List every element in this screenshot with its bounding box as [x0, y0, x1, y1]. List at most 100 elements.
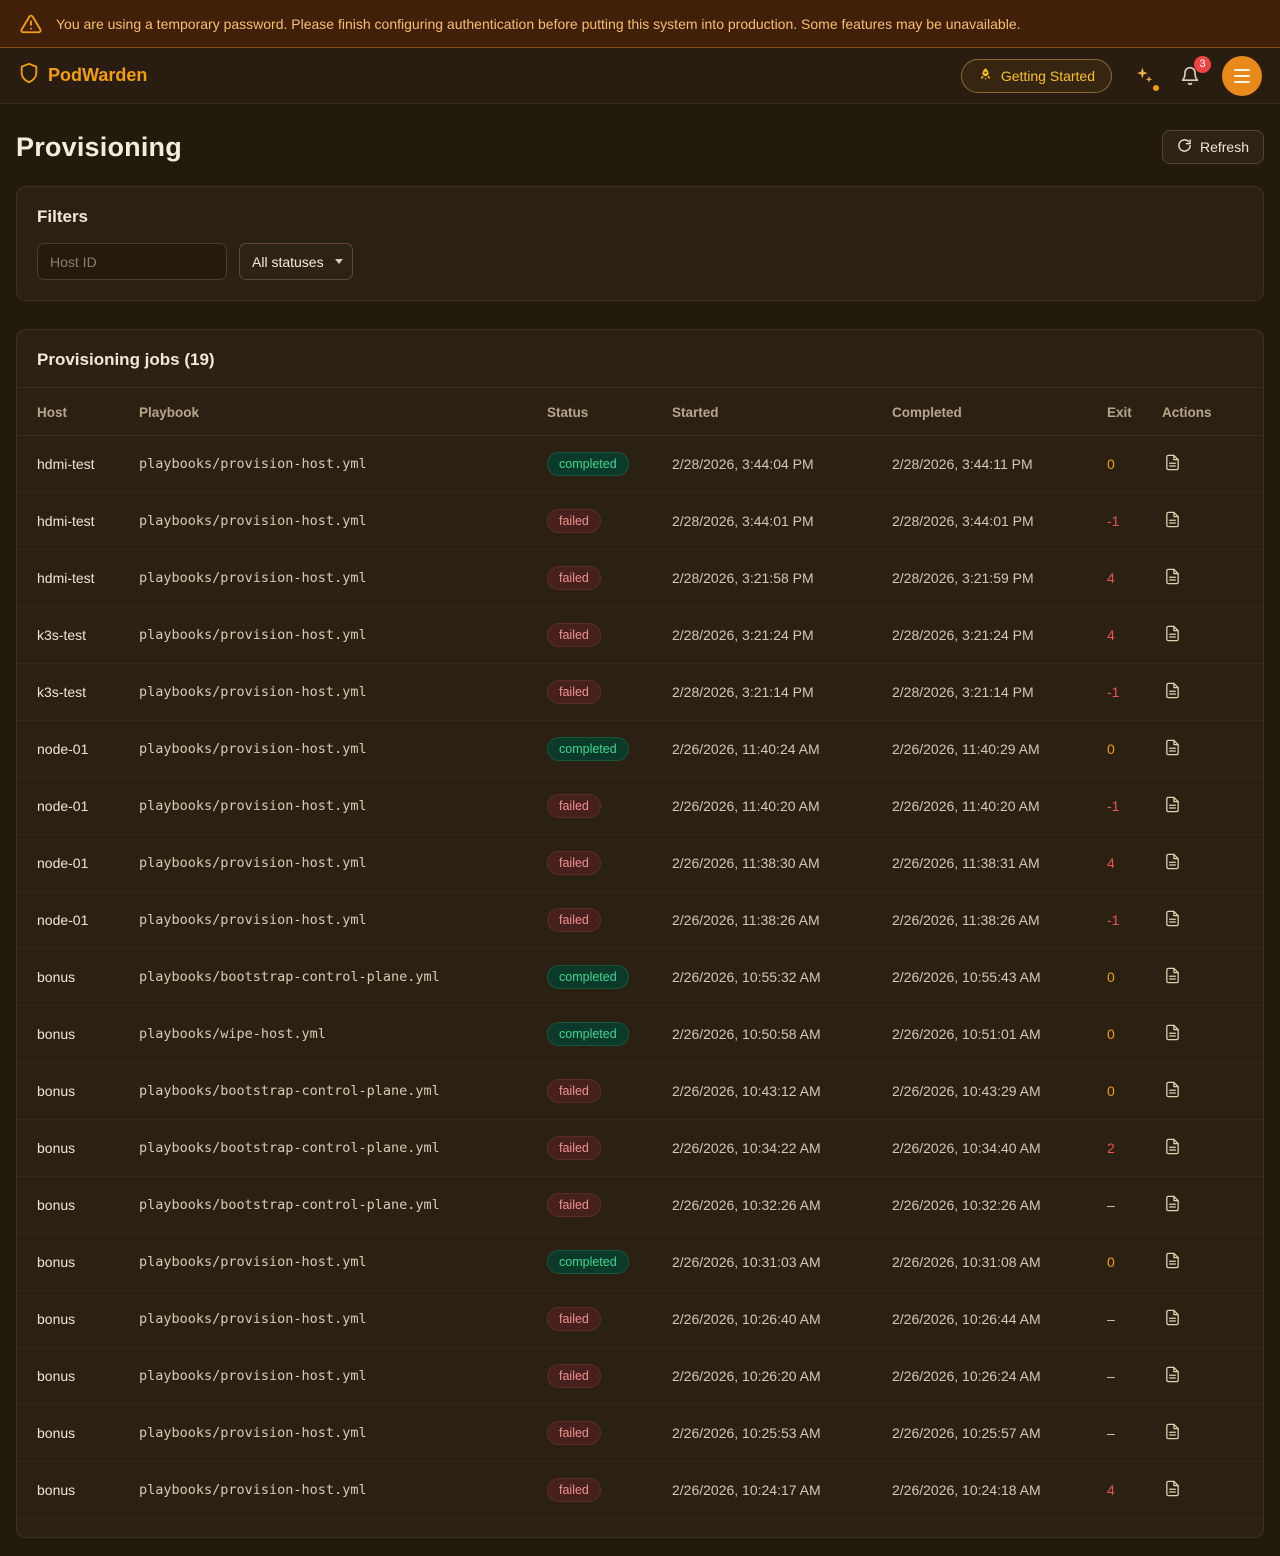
- cell-started: 2/26/2026, 10:24:17 AM: [672, 1462, 892, 1519]
- document-icon: [1164, 681, 1181, 700]
- notifications-bell-button[interactable]: 3: [1176, 62, 1204, 90]
- view-log-button[interactable]: [1162, 1477, 1183, 1500]
- cell-playbook: playbooks/provision-host.yml: [139, 892, 547, 949]
- document-icon: [1164, 1080, 1181, 1099]
- cell-completed: 2/26/2026, 11:40:20 AM: [892, 778, 1107, 835]
- status-badge: failed: [547, 1421, 601, 1445]
- cell-host: bonus: [17, 1120, 139, 1177]
- view-log-button[interactable]: [1162, 565, 1183, 588]
- filters-card: Filters All statuses: [16, 186, 1264, 301]
- cell-host: node-01: [17, 892, 139, 949]
- cell-playbook: playbooks/provision-host.yml: [139, 1291, 547, 1348]
- cell-host: bonus: [17, 1291, 139, 1348]
- view-log-button[interactable]: [1162, 679, 1183, 702]
- document-icon: [1164, 1422, 1181, 1441]
- cell-started: 2/26/2026, 11:40:24 AM: [672, 721, 892, 778]
- document-icon: [1164, 453, 1181, 472]
- view-log-button[interactable]: [1162, 793, 1183, 816]
- cell-playbook: playbooks/provision-host.yml: [139, 1234, 547, 1291]
- brand-name: PodWarden: [48, 65, 147, 86]
- cell-exit: -1: [1107, 664, 1162, 721]
- cell-host: bonus: [17, 1234, 139, 1291]
- cell-started: 2/26/2026, 10:26:40 AM: [672, 1291, 892, 1348]
- cell-exit: 2: [1107, 1120, 1162, 1177]
- view-log-button[interactable]: [1162, 1192, 1183, 1215]
- document-icon: [1164, 1194, 1181, 1213]
- job-row: node-01 playbooks/provision-host.yml fai…: [17, 835, 1263, 892]
- warning-triangle-icon: [20, 13, 42, 35]
- view-log-button[interactable]: [1162, 451, 1183, 474]
- cell-started: 2/26/2026, 10:50:58 AM: [672, 1006, 892, 1063]
- view-log-button[interactable]: [1162, 622, 1183, 645]
- job-row: bonus playbooks/provision-host.yml faile…: [17, 1405, 1263, 1462]
- view-log-button[interactable]: [1162, 1306, 1183, 1329]
- view-log-button[interactable]: [1162, 964, 1183, 987]
- view-log-button[interactable]: [1162, 508, 1183, 531]
- status-badge: failed: [547, 566, 601, 590]
- status-badge: completed: [547, 737, 629, 761]
- document-icon: [1164, 852, 1181, 871]
- cell-playbook: playbooks/bootstrap-control-plane.yml: [139, 1063, 547, 1120]
- cell-completed: 2/28/2026, 3:21:59 PM: [892, 550, 1107, 607]
- cell-playbook: playbooks/provision-host.yml: [139, 664, 547, 721]
- host-id-input[interactable]: [37, 243, 227, 280]
- view-log-button[interactable]: [1162, 1021, 1183, 1044]
- cell-completed: 2/26/2026, 11:40:29 AM: [892, 721, 1107, 778]
- brand[interactable]: PodWarden: [18, 62, 147, 89]
- cell-started: 2/28/2026, 3:21:14 PM: [672, 664, 892, 721]
- cell-playbook: playbooks/provision-host.yml: [139, 1348, 547, 1405]
- document-icon: [1164, 738, 1181, 757]
- refresh-button[interactable]: Refresh: [1162, 130, 1264, 164]
- cell-host: k3s-test: [17, 664, 139, 721]
- cell-started: 2/26/2026, 11:40:20 AM: [672, 778, 892, 835]
- job-row: k3s-test playbooks/provision-host.yml fa…: [17, 607, 1263, 664]
- job-row: bonus playbooks/provision-host.yml compl…: [17, 1234, 1263, 1291]
- status-badge: failed: [547, 1307, 601, 1331]
- getting-started-button[interactable]: Getting Started: [961, 59, 1112, 93]
- cell-started: 2/26/2026, 10:55:32 AM: [672, 949, 892, 1006]
- provisioning-jobs-card: Provisioning jobs (19) Host Playbook Sta…: [16, 329, 1264, 1538]
- cell-playbook: playbooks/bootstrap-control-plane.yml: [139, 1120, 547, 1177]
- view-log-button[interactable]: [1162, 1420, 1183, 1443]
- cell-exit: 0: [1107, 1234, 1162, 1291]
- table-header-row: Host Playbook Status Started Completed E…: [17, 388, 1263, 436]
- rocket-icon: [978, 67, 993, 85]
- cell-host: bonus: [17, 1006, 139, 1063]
- hamburger-menu-button[interactable]: [1222, 56, 1262, 96]
- job-row: bonus playbooks/provision-host.yml faile…: [17, 1348, 1263, 1405]
- document-icon: [1164, 1023, 1181, 1042]
- document-icon: [1164, 909, 1181, 928]
- view-log-button[interactable]: [1162, 1249, 1183, 1272]
- status-filter: All statuses: [239, 243, 353, 280]
- view-log-button[interactable]: [1162, 1078, 1183, 1101]
- cell-host: bonus: [17, 1348, 139, 1405]
- view-log-button[interactable]: [1162, 850, 1183, 873]
- getting-started-label: Getting Started: [1001, 68, 1095, 84]
- status-filter-select[interactable]: All statuses: [239, 243, 353, 280]
- cell-playbook: playbooks/provision-host.yml: [139, 835, 547, 892]
- shield-logo-icon: [18, 62, 40, 89]
- view-log-button[interactable]: [1162, 736, 1183, 759]
- status-badge: failed: [547, 1079, 601, 1103]
- cell-exit: 0: [1107, 721, 1162, 778]
- sparkles-icon-button[interactable]: [1130, 62, 1158, 90]
- cell-playbook: playbooks/bootstrap-control-plane.yml: [139, 1177, 547, 1234]
- cell-exit: -1: [1107, 778, 1162, 835]
- cell-exit: –: [1107, 1177, 1162, 1234]
- cell-started: 2/26/2026, 11:38:26 AM: [672, 892, 892, 949]
- page-title: Provisioning: [16, 132, 182, 163]
- view-log-button[interactable]: [1162, 1135, 1183, 1158]
- top-navigation-bar: PodWarden Getting Started: [0, 48, 1280, 104]
- cell-host: bonus: [17, 949, 139, 1006]
- cell-completed: 2/26/2026, 11:38:31 AM: [892, 835, 1107, 892]
- cell-host: bonus: [17, 1177, 139, 1234]
- cell-exit: 4: [1107, 1462, 1162, 1519]
- cell-started: 2/26/2026, 11:38:30 AM: [672, 835, 892, 892]
- status-badge: completed: [547, 1250, 629, 1274]
- col-host: Host: [17, 388, 139, 436]
- view-log-button[interactable]: [1162, 907, 1183, 930]
- cell-started: 2/26/2026, 10:34:22 AM: [672, 1120, 892, 1177]
- view-log-button[interactable]: [1162, 1363, 1183, 1386]
- cell-exit: -1: [1107, 493, 1162, 550]
- job-row: bonus playbooks/wipe-host.yml completed …: [17, 1006, 1263, 1063]
